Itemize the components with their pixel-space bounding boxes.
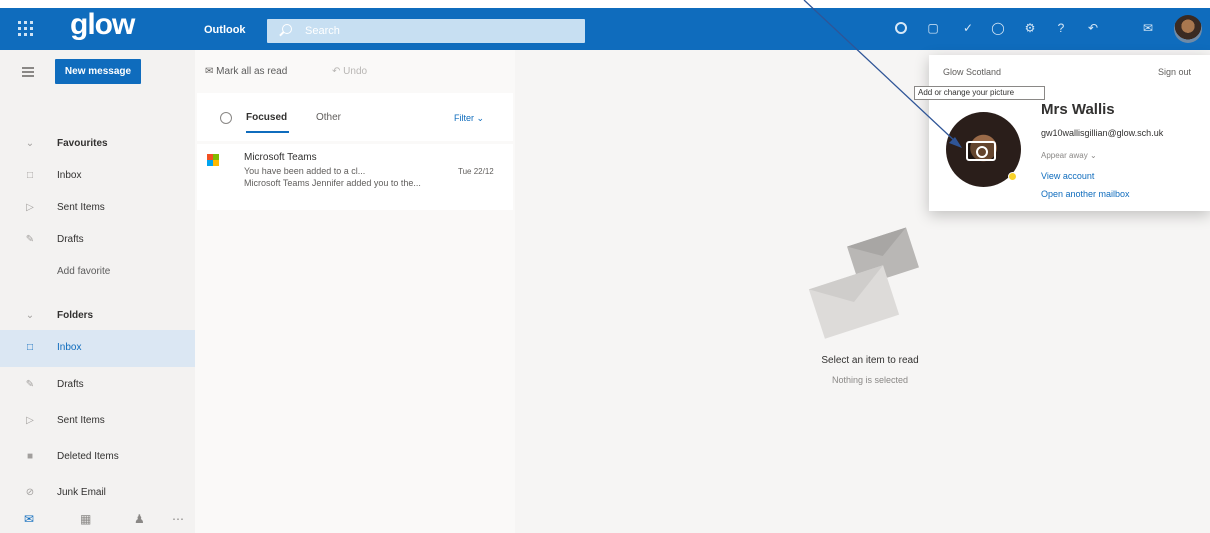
message-preview: Microsoft Teams Jennifer added you to th… <box>244 178 421 188</box>
message-subject: You have been added to a cl... <box>244 166 366 176</box>
chevron-down-icon: ⌄ <box>1089 151 1097 160</box>
people-icon[interactable]: ♟ <box>134 512 145 526</box>
module-switcher: ✉ ▦ ♟ ⋯ <box>0 508 195 533</box>
mail-icon[interactable]: ✉ <box>24 512 34 526</box>
trash-icon: ■ <box>26 451 34 462</box>
app-name[interactable]: Outlook <box>204 24 246 36</box>
active-tab-indicator <box>246 131 289 133</box>
sidebar-item-junk-email[interactable]: ⊘ Junk Email <box>0 475 195 505</box>
sidebar-item-label: Drafts <box>57 234 84 245</box>
sidebar-item-label: Sent Items <box>57 202 105 213</box>
todo-icon[interactable]: ✓ <box>960 20 976 36</box>
sidebar-item-inbox[interactable]: □ Inbox <box>0 330 195 367</box>
profile-avatar[interactable] <box>1174 15 1202 43</box>
pencil-icon: ✎ <box>25 379 35 390</box>
organisation-name: Glow Scotland <box>943 67 1002 77</box>
undo-label: Undo <box>343 66 368 77</box>
sidebar-item-drafts[interactable]: ✎ Drafts <box>0 367 195 404</box>
empty-state-subtitle: Nothing is selected <box>831 375 909 385</box>
feedback-icon[interactable]: ↶ <box>1085 20 1101 36</box>
message-date: Tue 22/12 <box>458 167 494 176</box>
filter-button[interactable]: Filter ⌄ <box>454 113 484 124</box>
sidebar-item-label: Junk Email <box>57 487 106 498</box>
search-icon <box>282 24 292 34</box>
help-icon[interactable]: ? <box>1053 20 1069 36</box>
envelope-open-icon: ✉ <box>205 66 214 77</box>
inbox-icon: □ <box>26 170 34 181</box>
bell-icon[interactable]: ◯ <box>990 20 1006 36</box>
add-favourite-label: Add favorite <box>57 266 111 277</box>
outlook-window: glow Outlook ▢ ✓ ◯ ⚙ ? ↶ ✉ New message ⌄… <box>0 0 1210 533</box>
presence-badge <box>1008 172 1017 181</box>
sidebar-item-label: Deleted Items <box>57 451 119 462</box>
meet-now-icon[interactable]: ▢ <box>925 20 941 36</box>
message-sender: Microsoft Teams <box>244 152 317 163</box>
favourites-label: Favourites <box>57 138 108 149</box>
sidebar-item-deleted-items[interactable]: ■ Deleted Items <box>0 439 195 476</box>
sidebar-item-sent-items[interactable]: ▷ Sent Items <box>0 403 195 440</box>
send-icon: ▷ <box>26 415 34 426</box>
send-icon: ▷ <box>26 202 34 213</box>
app-launcher-icon[interactable] <box>18 21 34 37</box>
teams-icon[interactable] <box>895 22 907 34</box>
sidebar-item-label: Inbox <box>57 342 82 353</box>
tab-other[interactable]: Other <box>316 112 341 123</box>
filter-label: Filter <box>454 113 474 123</box>
open-another-mailbox-link[interactable]: Open another mailbox <box>1041 189 1130 199</box>
calendar-icon[interactable]: ▦ <box>80 512 91 526</box>
microsoft-logo-icon <box>207 154 219 166</box>
folders-label: Folders <box>57 310 94 321</box>
change-picture-tooltip: Add or change your picture <box>914 86 1045 100</box>
select-all-checkbox[interactable] <box>220 112 232 124</box>
sidebar-item-label: Drafts <box>57 379 84 390</box>
search-input[interactable] <box>305 23 505 39</box>
more-apps-icon[interactable]: ⋯ <box>172 512 184 526</box>
sidebar-item-label: Inbox <box>57 170 82 181</box>
add-favourite-link[interactable]: Add favorite <box>0 254 195 291</box>
chevron-down-icon: ⌄ <box>476 113 485 123</box>
mark-all-read-label: Mark all as read <box>216 66 288 77</box>
presence-status-label: Appear away <box>1041 151 1088 160</box>
sidebar-item-label: Sent Items <box>57 415 105 426</box>
chevron-down-icon: ⌄ <box>25 138 35 149</box>
chevron-down-icon: ⌄ <box>25 310 35 321</box>
inbox-icon: □ <box>26 342 34 353</box>
gear-icon[interactable]: ⚙ <box>1022 20 1038 36</box>
empty-state-title: Select an item to read <box>821 355 919 366</box>
presence-status-dropdown[interactable]: Appear away ⌄ <box>1041 151 1097 160</box>
sign-out-link[interactable]: Sign out <box>1158 67 1191 77</box>
tab-focused[interactable]: Focused <box>246 112 287 123</box>
account-name: Mrs Wallis <box>1041 101 1115 118</box>
menu-icon[interactable] <box>22 67 34 77</box>
camera-icon[interactable] <box>966 141 996 161</box>
pencil-icon: ✎ <box>25 234 35 245</box>
glow-logo[interactable]: glow <box>70 10 135 40</box>
megaphone-icon[interactable]: ✉ <box>1140 20 1156 36</box>
mark-all-read-button[interactable]: ✉ Mark all as read <box>205 66 287 77</box>
undo-icon: ↶ <box>332 66 341 77</box>
new-message-button[interactable]: New message <box>55 59 141 84</box>
view-account-link[interactable]: View account <box>1041 171 1094 181</box>
junk-icon: ⊘ <box>25 487 35 498</box>
undo-button[interactable]: ↶ Undo <box>332 66 367 77</box>
account-email: gw10wallisgillian@glow.sch.uk <box>1041 128 1164 138</box>
